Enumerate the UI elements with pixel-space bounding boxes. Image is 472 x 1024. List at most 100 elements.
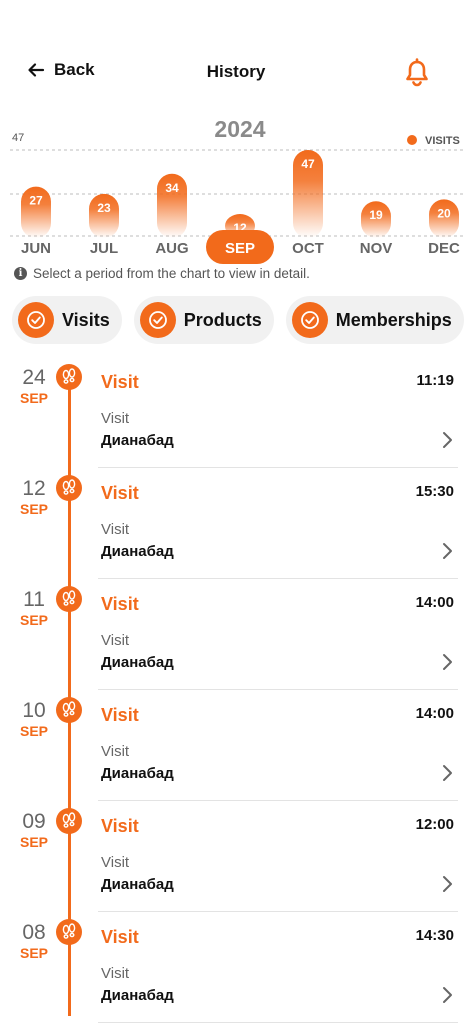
- entry-time: 14:00: [415, 594, 454, 611]
- bar-value: 19: [369, 208, 383, 222]
- entry-month: SEP: [19, 390, 48, 406]
- month-label-jul[interactable]: JUL: [90, 240, 118, 257]
- filter-chips: Visits Products Memberships: [12, 296, 464, 344]
- entry-month: SEP: [19, 501, 48, 517]
- back-button[interactable]: Back: [26, 60, 95, 80]
- entry-day: 12: [22, 477, 46, 500]
- entry-time: 12:00: [415, 816, 454, 833]
- filter-chip-label: Products: [183, 309, 262, 330]
- chevron-right-icon: [443, 987, 452, 1003]
- entry-place: Дианабад: [101, 432, 174, 449]
- filter-chip-products[interactable]: Products: [133, 296, 274, 344]
- month-label-aug[interactable]: AUG: [155, 240, 188, 257]
- entry-month: SEP: [19, 834, 48, 850]
- entry-title: Visit: [101, 927, 139, 947]
- divider: [98, 1022, 458, 1023]
- chart-hint: i Select a period from the chart to view…: [14, 266, 310, 281]
- month-label-dec[interactable]: DEC: [428, 240, 460, 257]
- list-item: 12 SEP Visit 15:30 Visit Дианабад: [0, 473, 472, 584]
- footprints-icon: [56, 475, 82, 501]
- visit-card[interactable]: Visit 11:19 Visit Дианабад: [98, 362, 458, 468]
- month-label-oct[interactable]: OCT: [292, 240, 324, 257]
- entry-place: Дианабад: [101, 987, 174, 1004]
- chevron-right-icon: [443, 543, 452, 559]
- list-item: 09 SEP Visit 12:00 Visit Дианабад: [0, 806, 472, 917]
- filter-chip-label: Visits: [62, 309, 110, 330]
- bar-value: 20: [437, 206, 451, 220]
- entry-title: Visit: [101, 372, 139, 392]
- visit-card[interactable]: Visit 15:30 Visit Дианабад: [98, 473, 458, 579]
- bar-value: 27: [29, 194, 43, 208]
- entry-date: 09 SEP: [8, 810, 60, 850]
- entry-time: 14:30: [415, 927, 454, 944]
- arrow-left-icon: [28, 63, 45, 77]
- check-circle-icon: [18, 302, 54, 338]
- entry-day: 08: [22, 921, 46, 944]
- visit-card[interactable]: Visit 12:00 Visit Дианабад: [98, 806, 458, 912]
- entry-month: SEP: [19, 723, 48, 739]
- entry-date: 12 SEP: [8, 477, 60, 517]
- month-label-nov[interactable]: NOV: [360, 240, 393, 257]
- hint-text: Select a period from the chart to view i…: [33, 266, 310, 281]
- filter-chip-memberships[interactable]: Memberships: [285, 296, 464, 344]
- entry-type: Visit: [101, 410, 130, 427]
- entry-title: Visit: [101, 483, 139, 503]
- entry-place: Дианабад: [101, 876, 174, 893]
- entry-type: Visit: [101, 743, 130, 760]
- entry-time: 15:30: [415, 483, 454, 500]
- filter-chip-visits[interactable]: Visits: [12, 296, 122, 344]
- entry-day: 11: [23, 588, 45, 611]
- entry-place: Дианабад: [101, 765, 174, 782]
- bell-icon[interactable]: [402, 58, 432, 88]
- month-label-jun[interactable]: JUN: [21, 240, 51, 257]
- footprints-icon: [56, 697, 82, 723]
- list-item: 08 SEP Visit 14:30 Visit Дианабад: [0, 917, 472, 1024]
- back-label: Back: [54, 60, 95, 79]
- footprints-icon: [56, 919, 82, 945]
- list-item: 11 SEP Visit 14:00 Visit Дианабад: [0, 584, 472, 695]
- bar-value: 23: [97, 201, 111, 215]
- entry-type: Visit: [101, 632, 130, 649]
- bar-value: 34: [165, 181, 179, 195]
- visit-card[interactable]: Visit 14:00 Visit Дианабад: [98, 584, 458, 690]
- entry-type: Visit: [101, 521, 130, 538]
- entry-date: 11 SEP: [8, 588, 60, 628]
- entry-day: 24: [22, 366, 46, 389]
- entry-day: 09: [22, 810, 46, 833]
- entry-date: 10 SEP: [8, 699, 60, 739]
- legend-label: VISITS: [425, 135, 460, 147]
- entry-type: Visit: [101, 965, 130, 982]
- check-circle-icon: [139, 302, 176, 338]
- divider: [98, 689, 458, 690]
- entry-place: Дианабад: [101, 654, 174, 671]
- filter-chip-label: Memberships: [335, 309, 452, 330]
- entry-time: 11:19: [416, 372, 454, 389]
- visits-chart[interactable]: 47 2024 VISITS 27 JUN 23 JUL 34 AUG 12 SEP 47 OCT 19 N…: [0, 112, 472, 272]
- entry-title: Visit: [101, 816, 139, 836]
- divider: [98, 911, 458, 912]
- entry-date: 24 SEP: [8, 366, 60, 406]
- list-item: 10 SEP Visit 14:00 Visit Дианабад: [0, 695, 472, 806]
- list-item: 24 SEP Visit 11:19 Visit Дианабад: [0, 362, 472, 473]
- entry-month: SEP: [19, 612, 48, 628]
- month-label-sep[interactable]: SEP: [225, 240, 255, 257]
- entry-title: Visit: [101, 594, 139, 614]
- entry-title: Visit: [101, 705, 139, 725]
- divider: [98, 800, 458, 801]
- entry-date: 08 SEP: [8, 921, 60, 961]
- info-icon: i: [14, 267, 27, 280]
- chevron-right-icon: [443, 432, 452, 448]
- entry-place: Дианабад: [101, 543, 174, 560]
- visit-card[interactable]: Visit 14:30 Visit Дианабад: [98, 917, 458, 1023]
- footprints-icon: [56, 808, 82, 834]
- bar-value: 47: [301, 157, 315, 171]
- legend-dot: [407, 135, 417, 145]
- chevron-right-icon: [443, 765, 452, 781]
- entry-time: 14:00: [415, 705, 454, 722]
- entry-day: 10: [22, 699, 46, 722]
- visit-card[interactable]: Visit 14:00 Visit Дианабад: [98, 695, 458, 801]
- check-circle-icon: [291, 302, 328, 338]
- entry-type: Visit: [101, 854, 130, 871]
- entry-month: SEP: [19, 945, 48, 961]
- footprints-icon: [56, 364, 82, 390]
